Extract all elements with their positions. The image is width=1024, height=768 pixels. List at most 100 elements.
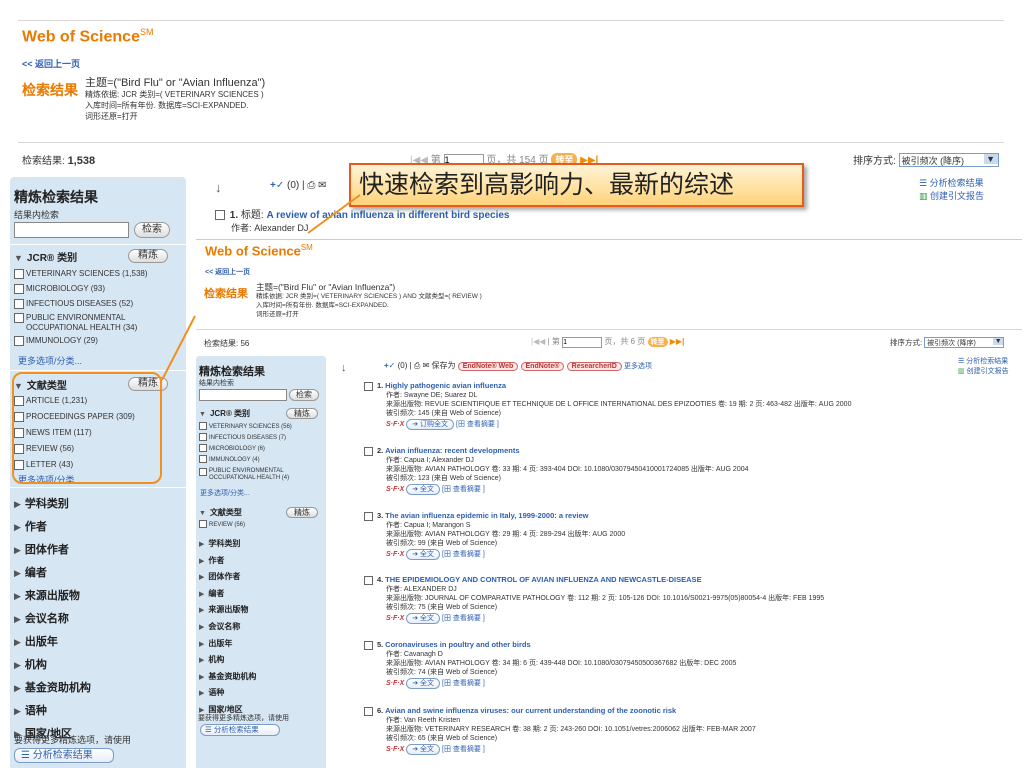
record-checkbox[interactable] [364, 706, 373, 716]
print-icon[interactable]: ⎙ [414, 361, 420, 370]
fulltext-button[interactable]: ➔ 全文 [406, 744, 441, 755]
jcr-refine-button[interactable]: 精炼 [128, 249, 168, 263]
record-title[interactable]: The avian influenza epidemic in Italy, 1… [385, 511, 588, 520]
sort-select[interactable]: 被引频次 (降序) ▼ [898, 153, 999, 167]
sfx-button[interactable]: S·F·X [386, 550, 404, 559]
facet-year[interactable]: ▶ 出版年 [199, 636, 256, 653]
inner-within-input[interactable] [199, 389, 287, 401]
first-page-icon[interactable]: |◀◀ [531, 337, 545, 346]
fulltext-button[interactable]: ➔ 全文 [406, 613, 441, 624]
facet-author[interactable]: ▶ 作者 [14, 516, 91, 539]
jcr-item[interactable]: PUBLIC ENVIRONMENTAL OCCUPATIONAL HEALTH… [14, 311, 184, 333]
facet-group-author[interactable]: ▶ 团体作者 [14, 539, 91, 562]
jcr-more-link[interactable]: 更多选项/分类... [18, 354, 82, 367]
print-icon[interactable]: ⎙ [307, 180, 315, 191]
view-abstract-link[interactable]: [田 查看摘要 ] [442, 680, 485, 687]
inner-back-link[interactable]: << 返回上一页 [205, 267, 250, 277]
view-abstract-link[interactable]: [田 查看摘要 ] [442, 551, 485, 558]
record-number: 4. [376, 575, 384, 584]
jcr-item[interactable]: IMMUNOLOGY (4) [199, 455, 324, 466]
view-abstract-link[interactable]: [田 查看摘要 ] [442, 486, 485, 493]
fulltext-button[interactable]: ➔ 订购全文 [406, 419, 455, 430]
facet-conference[interactable]: ▶ 会议名称 [199, 619, 256, 636]
view-abstract-link[interactable]: [田 查看摘要 ] [442, 615, 485, 622]
facet-subject[interactable]: ▶ 学科类别 [14, 493, 91, 516]
sfx-button[interactable]: S·F·X [386, 745, 404, 754]
facet-group-author[interactable]: ▶ 团体作者 [199, 569, 256, 586]
jcr-item[interactable]: PUBLIC ENVIRONMENTAL OCCUPATIONAL HEALTH… [199, 466, 324, 482]
inner-page-input[interactable] [562, 337, 603, 348]
jcr-item[interactable]: MICROBIOLOGY (6) [199, 444, 324, 455]
record-item: 5. Coronaviruses in poultry and other bi… [364, 640, 1014, 689]
facet-editor[interactable]: ▶ 编者 [199, 586, 256, 603]
facet-author[interactable]: ▶ 作者 [199, 553, 256, 570]
jcr-item[interactable]: INFECTIOUS DISEASES (52) [14, 296, 184, 311]
researcherid-button[interactable]: ResearcherID [566, 362, 622, 371]
record-checkbox[interactable] [364, 381, 373, 391]
record-checkbox[interactable] [364, 575, 373, 585]
facet-editor[interactable]: ▶ 编者 [14, 562, 91, 585]
jcr-item[interactable]: INFECTIOUS DISEASES (7) [199, 433, 324, 444]
sfx-button[interactable]: S·F·X [386, 614, 404, 623]
endnote-web-button[interactable]: EndNote® Web [457, 362, 519, 371]
record-title[interactable]: A review of avian influenza in different… [266, 210, 509, 221]
citation-report-link[interactable]: ▥ 创建引文报告 [919, 190, 984, 203]
add-marked-icon: +✓ [270, 180, 285, 191]
analyze-button[interactable]: ☰ 分析检索结果 [14, 748, 114, 763]
inner-doctype-refine[interactable]: 精炼 [286, 507, 318, 518]
sfx-button[interactable]: S·F·X [386, 485, 404, 494]
facet-organization[interactable]: ▶ 机构 [199, 652, 256, 669]
record-checkbox[interactable] [364, 640, 373, 650]
facet-source[interactable]: ▶ 来源出版物 [14, 585, 91, 608]
fulltext-button[interactable]: ➔ 全文 [406, 678, 441, 689]
marked-list[interactable]: +✓ (0) | ⎙ ✉ [270, 180, 327, 191]
record-title[interactable]: Avian and swine influenza viruses: our c… [385, 706, 676, 715]
inner-search-button[interactable]: 检索 [289, 389, 319, 401]
facet-funding[interactable]: ▶ 基金资助机构 [199, 669, 256, 686]
record-checkbox[interactable] [364, 511, 373, 521]
next-page-icon[interactable]: ▶▶| [670, 337, 685, 346]
inner-doctype-item[interactable]: REVIEW (56) [199, 520, 245, 531]
facet-conference[interactable]: ▶ 会议名称 [14, 608, 91, 631]
record-title[interactable]: Avian influenza: recent developments [385, 446, 519, 455]
inner-analyze-button[interactable]: ☰ 分析检索结果 [200, 724, 280, 736]
facet-subject[interactable]: ▶ 学科类别 [199, 536, 256, 553]
facet-source[interactable]: ▶ 来源出版物 [199, 602, 256, 619]
within-search-button[interactable]: 检索 [134, 222, 170, 238]
email-icon[interactable]: ✉ [318, 180, 326, 191]
analyze-link[interactable]: ☰ 分析检索结果 [958, 357, 1009, 367]
jcr-item[interactable]: VETERINARY SCIENCES (1,538) [14, 266, 184, 281]
more-options-link[interactable]: 更多选项 [624, 363, 652, 370]
inner-sort-select[interactable]: 被引频次 (降序) ▼ [924, 337, 1005, 348]
facet-year[interactable]: ▶ 出版年 [14, 631, 91, 654]
facet-language[interactable]: ▶ 语种 [14, 700, 91, 723]
within-search-input[interactable] [14, 222, 129, 238]
sfx-button[interactable]: S·F·X [386, 679, 404, 688]
back-link[interactable]: << 返回上一页 [22, 57, 80, 70]
jcr-item[interactable]: MICROBIOLOGY (93) [14, 281, 184, 296]
record-checkbox[interactable] [215, 210, 225, 221]
jcr-item[interactable]: IMMUNOLOGY (29) [14, 333, 184, 348]
view-abstract-link[interactable]: [田 查看摘要 ] [442, 746, 485, 753]
analyze-link[interactable]: ☰ 分析检索结果 [919, 177, 984, 190]
add-marked-icon[interactable]: +✓ [384, 361, 395, 370]
jcr-item[interactable]: VETERINARY SCIENCES (56) [199, 422, 324, 433]
sfx-button[interactable]: S·F·X [386, 420, 404, 429]
record-checkbox[interactable] [364, 446, 373, 456]
record-title[interactable]: Coronaviruses in poultry and other birds [385, 640, 530, 649]
facet-funding[interactable]: ▶ 基金资助机构 [14, 677, 91, 700]
citation-report-link[interactable]: ▥ 创建引文报告 [958, 367, 1009, 377]
facet-organization[interactable]: ▶ 机构 [14, 654, 91, 677]
inner-jcr-more[interactable]: 更多选项/分类... [200, 488, 250, 498]
inner-go-button[interactable]: 转至 [647, 337, 668, 347]
view-abstract-link[interactable]: [田 查看摘要 ] [456, 421, 499, 428]
fulltext-button[interactable]: ➔ 全文 [406, 549, 441, 560]
record-source: 来源出版物: AVIAN PATHOLOGY 卷: 29 期: 4 页: 289… [386, 531, 626, 538]
inner-jcr-refine[interactable]: 精炼 [286, 408, 318, 419]
facet-language[interactable]: ▶ 语种 [199, 685, 256, 702]
endnote-button[interactable]: EndNote® [520, 362, 565, 371]
fulltext-button[interactable]: ➔ 全文 [406, 484, 441, 495]
record-title[interactable]: Highly pathogenic avian influenza [385, 381, 506, 390]
record-title[interactable]: THE EPIDEMIOLOGY AND CONTROL OF AVIAN IN… [385, 575, 701, 584]
email-icon[interactable]: ✉ [423, 361, 430, 370]
